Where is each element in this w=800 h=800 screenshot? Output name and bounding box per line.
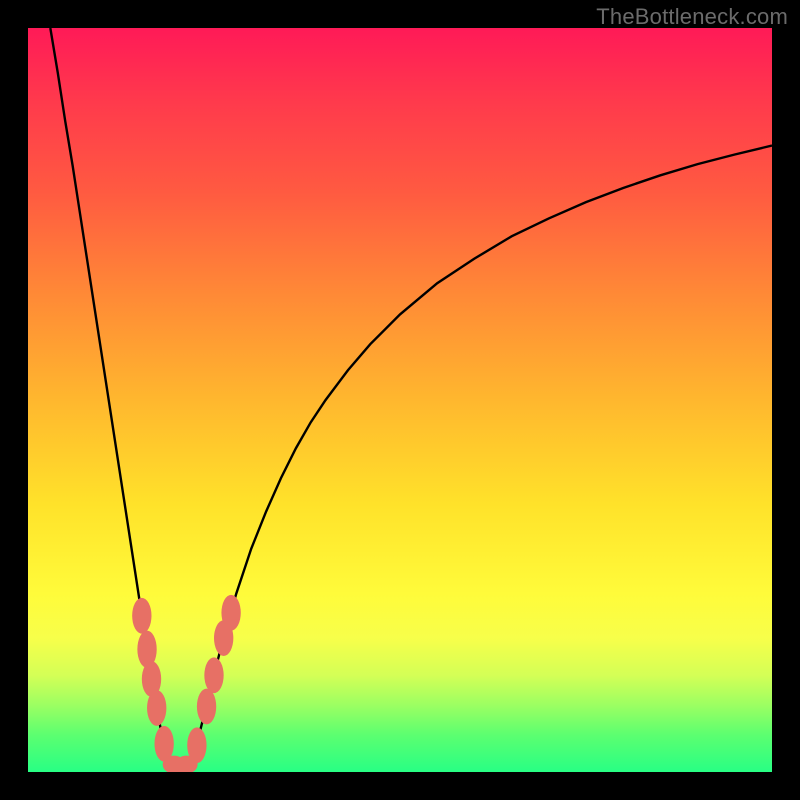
bottleneck-curve	[50, 28, 772, 768]
data-marker	[197, 689, 216, 725]
data-marker	[147, 690, 166, 726]
data-marker	[132, 598, 151, 634]
data-marker	[187, 727, 206, 763]
data-marker	[221, 595, 240, 631]
marker-group	[132, 595, 241, 772]
chart-frame: TheBottleneck.com	[0, 0, 800, 800]
plot-area	[28, 28, 772, 772]
data-marker	[204, 657, 223, 693]
curve-svg	[28, 28, 772, 772]
watermark-text: TheBottleneck.com	[596, 4, 788, 30]
